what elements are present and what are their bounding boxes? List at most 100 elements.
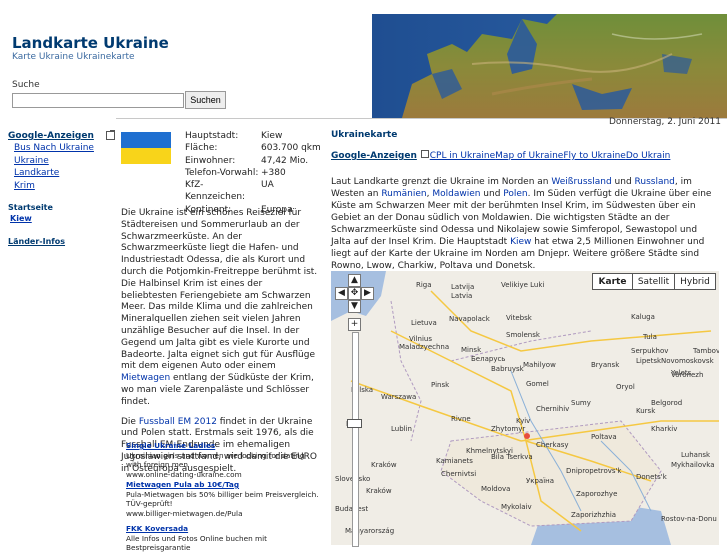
map-place-label: Vitebsk <box>506 314 533 322</box>
fact-key: Einwohner: <box>185 155 236 166</box>
map-place-label: Tula <box>642 333 657 341</box>
laender-infos-heading[interactable]: Länder-Infos <box>8 237 65 246</box>
zoom-slider-thumb[interactable] <box>347 419 362 428</box>
link-polen[interactable]: Polen <box>503 189 527 199</box>
map-place-label: Serpukhov <box>631 347 668 355</box>
pan-up-icon[interactable]: ▲ <box>348 274 361 287</box>
map-place-label: Babruysk <box>491 365 525 373</box>
google-ads-heading[interactable]: Google-Anzeigen <box>8 131 94 141</box>
ad-body: Ukrainian girls and women are looking fo… <box>126 450 305 470</box>
map-place-label: Donets'k <box>636 473 668 481</box>
sidebar-ad-krim[interactable]: Krim <box>14 181 35 191</box>
text: Die <box>121 416 139 427</box>
google-ads-heading[interactable]: Google-Anzeigen <box>331 151 417 161</box>
europe-relief-banner <box>372 14 727 118</box>
pan-left-icon[interactable]: ◀ <box>335 287 348 300</box>
ukrainekarte-heading: Ukrainekarte <box>331 130 398 140</box>
sidebar-ad-ukraine[interactable]: Ukraine <box>14 156 49 166</box>
map-place-label: Bryansk <box>591 361 620 369</box>
map-place-label: Smolensk <box>506 331 541 339</box>
text: und <box>480 189 504 199</box>
ad-link-cpl[interactable]: CPL in Ukraine <box>430 151 495 161</box>
map-place-label: Lipetsk <box>636 357 662 365</box>
link-russland[interactable]: Russland <box>635 177 675 187</box>
link-kiew[interactable]: Kiew <box>510 237 531 247</box>
ad-title[interactable]: FKK Koversada <box>126 524 321 534</box>
country-facts: Hauptstadt: Kiew Fläche: 603.700 qkm Einwo… <box>185 130 321 216</box>
map-place-label: Luhansk <box>681 451 711 459</box>
map-place-label: Kraków <box>371 461 397 469</box>
map-place-label: Беларусь <box>471 355 505 363</box>
map-type-hybrid[interactable]: Hybrid <box>674 273 716 290</box>
map-place-label: Zaporizhzhia <box>571 511 616 519</box>
zoom-in-icon[interactable]: + <box>348 318 361 331</box>
google-map[interactable]: RigaLatvijaLatviaVelikiye LukiRzhevLietu… <box>331 271 719 545</box>
map-place-label: Latvija <box>451 283 474 291</box>
map-place-label: Pinsk <box>431 381 450 389</box>
external-link-icon[interactable] <box>420 150 429 158</box>
map-place-label: Kursk <box>636 407 656 415</box>
map-place-label: Poltava <box>591 433 617 441</box>
map-place-label: Maladzyechna <box>399 343 449 351</box>
map-place-label: Rostov-na-Donu <box>661 515 717 523</box>
pan-right-icon[interactable]: ▶ <box>361 287 374 300</box>
link-moldawien[interactable]: Moldawien <box>432 189 480 199</box>
startseite-heading[interactable]: Startseite <box>8 203 53 212</box>
fact-value: 47,42 Mio. <box>261 155 309 166</box>
fussball-em-link[interactable]: Fussball EM 2012 <box>139 417 217 427</box>
fact-row: Einwohner: 47,42 Mio. <box>185 155 321 167</box>
map-place-label: Dnipropetrovs'k <box>566 467 622 475</box>
pan-center-icon[interactable]: ✥ <box>348 287 361 300</box>
map-place-label: Velikiye Luki <box>501 281 544 289</box>
sidebar-link-kiew[interactable]: Kiew <box>10 214 32 223</box>
zoom-slider[interactable] <box>352 332 359 547</box>
ukraine-flag <box>121 132 171 164</box>
map-place-label: Mykhailovka <box>671 461 715 469</box>
map-type-karte[interactable]: Karte <box>592 273 633 290</box>
pan-down-icon[interactable]: ▼ <box>348 300 361 313</box>
map-place-label: Tambov <box>692 347 719 355</box>
search-label: Suche <box>12 80 40 90</box>
ad-block: Single Ukraine Ladies Ukrainian girls an… <box>126 441 321 479</box>
map-place-label: Mykolaiv <box>501 503 532 511</box>
map-type-satellit[interactable]: Satellit <box>632 273 675 290</box>
ad-link-fly[interactable]: Fly to Ukraine <box>563 151 626 161</box>
ad-title[interactable]: Single Ukraine Ladies <box>126 441 321 451</box>
ad-link-do-ukrain[interactable]: Do Ukrain <box>626 151 671 161</box>
ad-block: Mietwagen Pula ab 10€/Tag Pula-Mietwagen… <box>126 480 321 518</box>
link-rumaenien[interactable]: Rumänien <box>381 189 426 199</box>
link-weissrussland[interactable]: Weißrussland <box>551 177 611 187</box>
sidebar-ad-bus-nach-ukraine[interactable]: Bus Nach Ukraine <box>14 143 94 153</box>
ad-title[interactable]: Mietwagen Pula ab 10€/Tag <box>126 480 321 490</box>
search-input[interactable] <box>12 93 184 108</box>
map-place-label: Kyiv <box>516 417 530 425</box>
map-place-label: Minsk <box>461 346 482 354</box>
fact-key: Fläche: <box>185 143 218 154</box>
site-header: Landkarte Ukraine Karte Ukraine Ukrainek… <box>0 0 727 127</box>
description-text: Laut Landkarte grenzt die Ukraine im Nor… <box>331 176 719 272</box>
text: Die Ukraine ist ein schönes Reiseziel fü… <box>121 208 318 372</box>
mietwagen-link[interactable]: Mietwagen <box>121 373 170 383</box>
google-ads-bar: Google-Anzeigen CPL in UkraineMap of Ukr… <box>331 150 670 161</box>
ad-url[interactable]: www.online-dating-ukraine.com <box>126 470 321 480</box>
fact-value: 603.700 qkm <box>261 143 321 154</box>
fact-row: Telefon-Vorwahl: +380 <box>185 167 321 179</box>
map-place-label: Warszawa <box>381 393 416 401</box>
search-button[interactable]: Suchen <box>185 91 226 109</box>
map-place-label: Cherkasy <box>536 441 569 449</box>
ad-link-map[interactable]: Map of Ukraine <box>495 151 563 161</box>
map-place-label: Mahilyow <box>523 361 556 369</box>
fact-value: +380 <box>261 167 286 178</box>
fact-key: Telefon-Vorwahl: <box>185 167 259 178</box>
external-link-icon[interactable] <box>106 130 115 140</box>
fact-value: Kiew <box>261 131 283 141</box>
map-place-label: Lublin <box>391 425 412 433</box>
site-title[interactable]: Landkarte Ukraine <box>12 34 169 52</box>
map-place-label: Chernihiv <box>536 405 569 413</box>
map-place-label: Latvia <box>451 292 472 300</box>
map-place-label: Vilnius <box>409 335 432 343</box>
sidebar-ad-landkarte[interactable]: Landkarte <box>14 168 59 178</box>
ad-url[interactable]: www.billiger-mietwagen.de/Pula <box>126 509 321 519</box>
map-place-label: Gomel <box>526 380 549 388</box>
text: Laut Landkarte grenzt die Ukraine im Nor… <box>331 177 552 187</box>
